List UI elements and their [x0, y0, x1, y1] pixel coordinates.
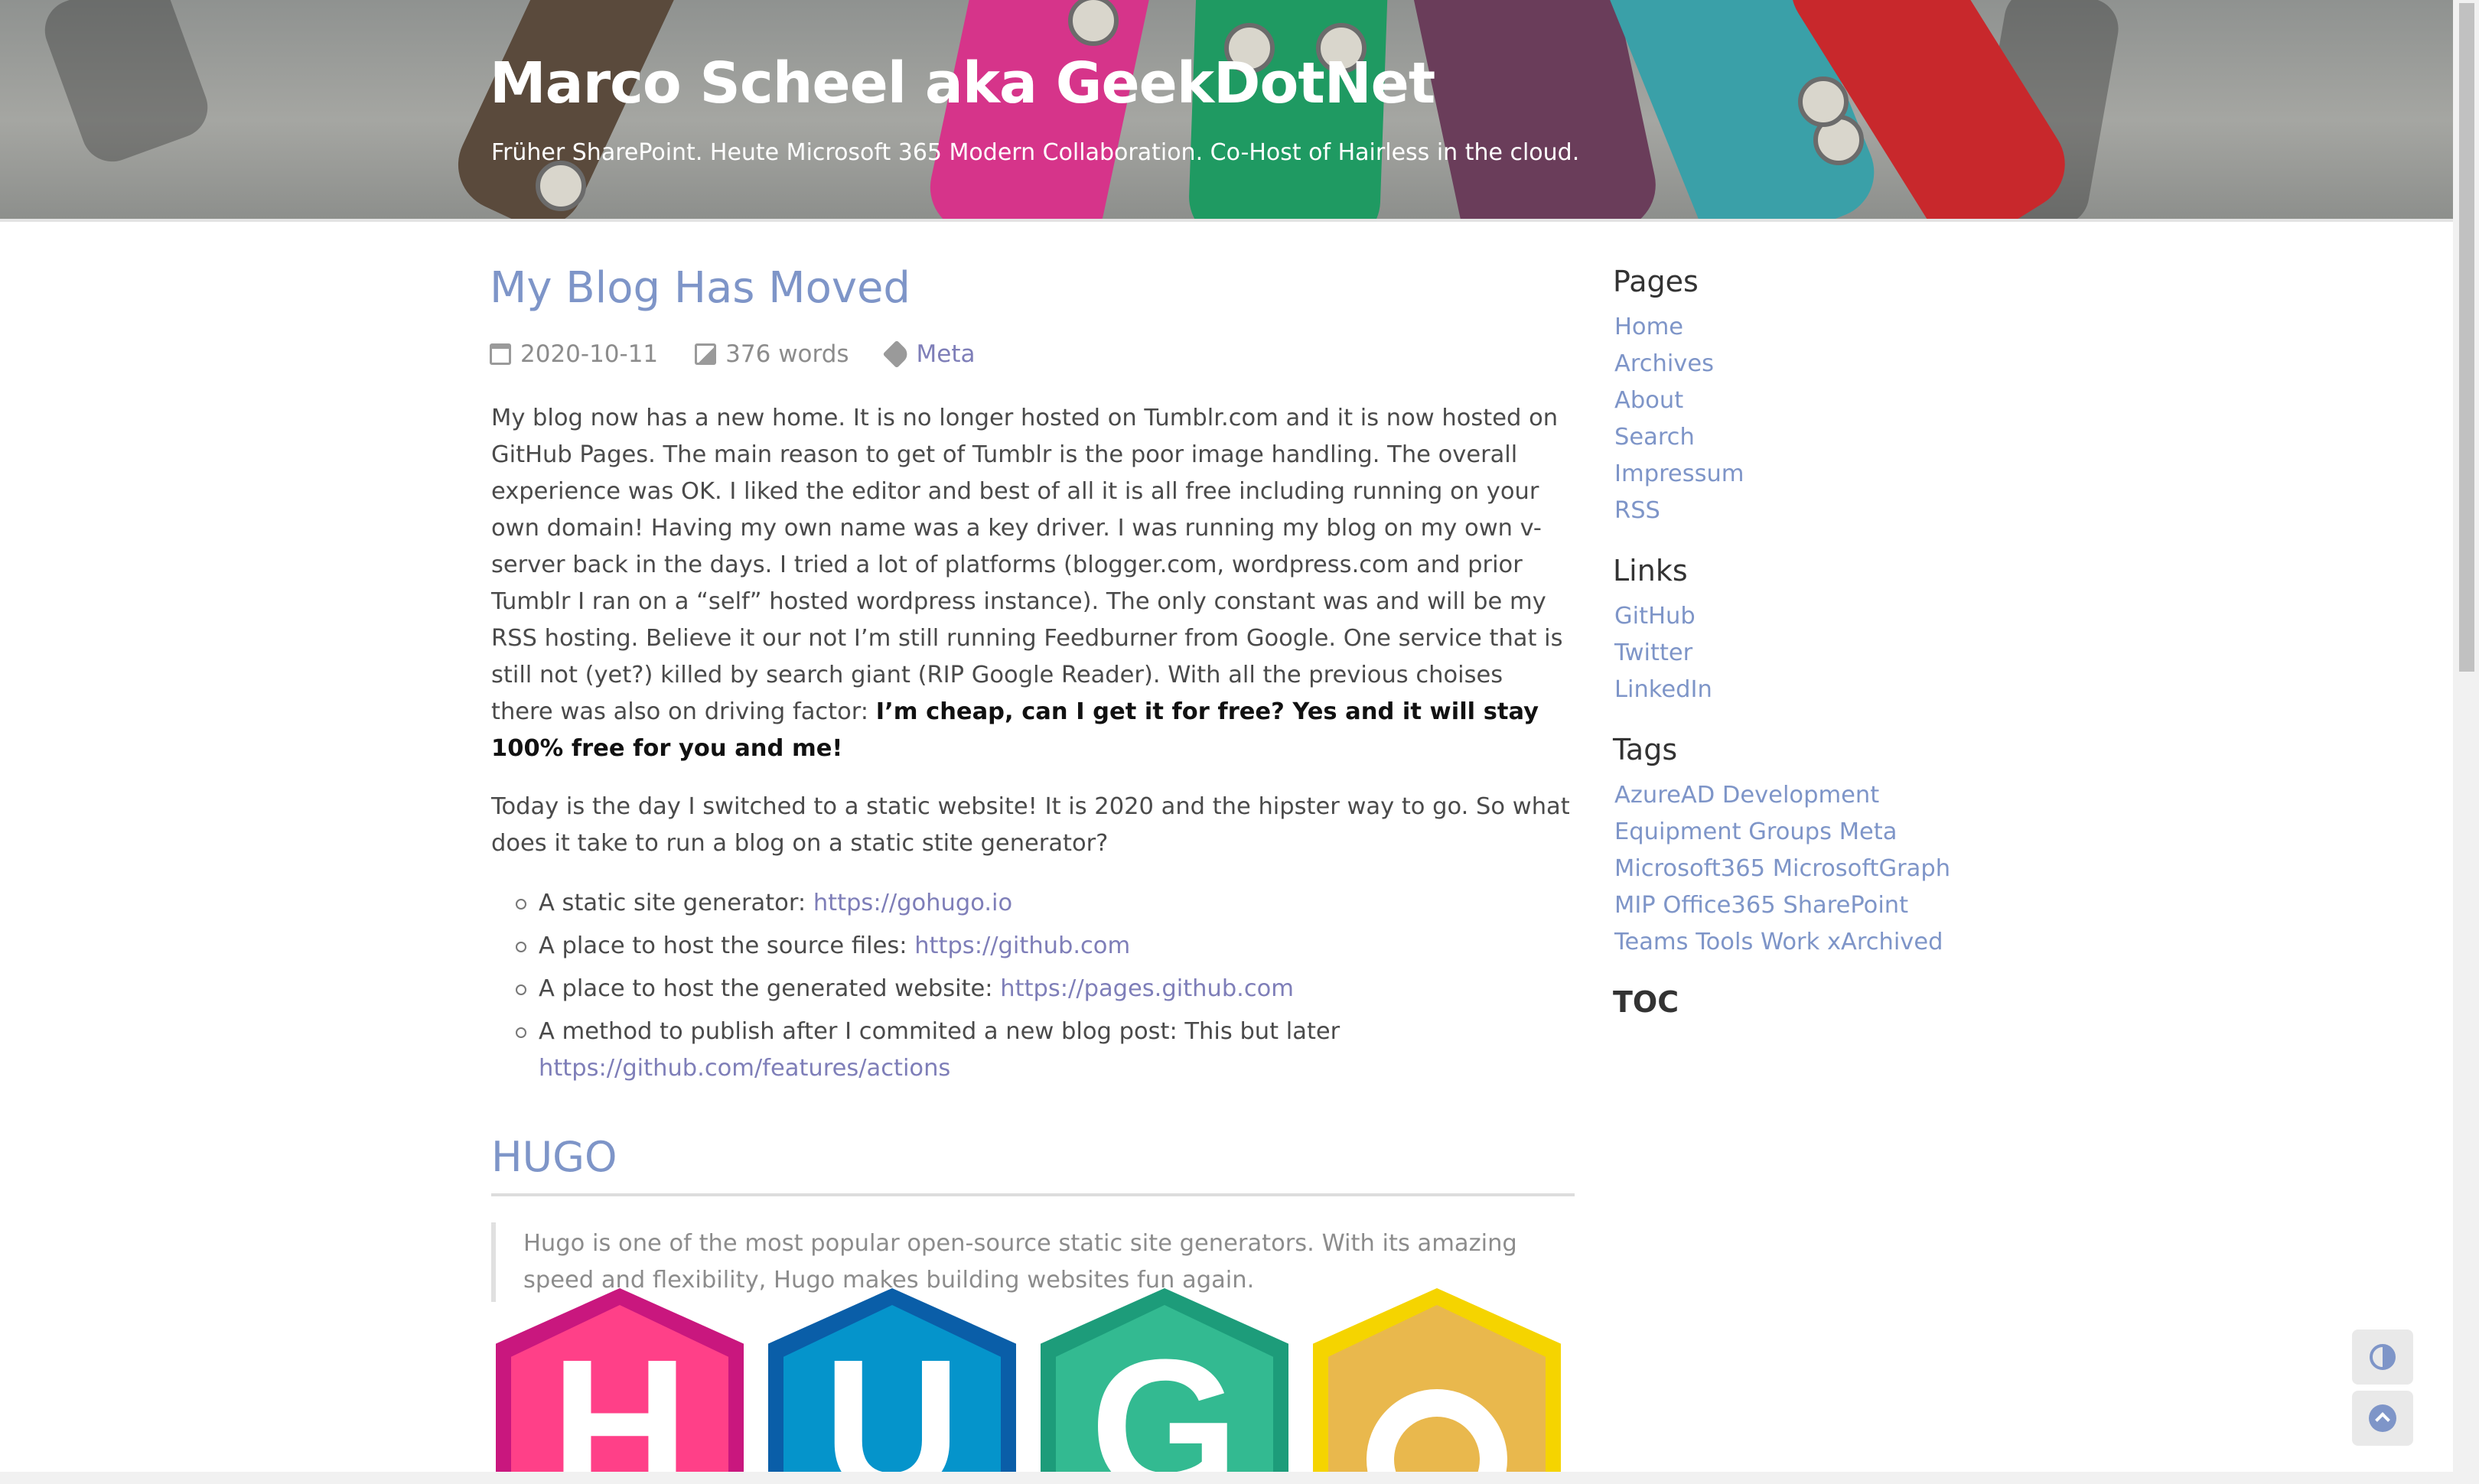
sidebar-item-home[interactable]: Home [1614, 314, 1683, 340]
sidebar-pages: Pages Home Archives About Search Impress… [1613, 265, 2041, 529]
wheel-image [1798, 76, 1849, 127]
gohugo-link[interactable]: https://gohugo.io [813, 890, 1012, 916]
sidebar-item-rss[interactable]: RSS [1614, 497, 1660, 524]
sidebar-heading-tags: Tags [1613, 733, 1678, 766]
vertical-scrollbar[interactable] [2453, 0, 2479, 1484]
list-item-text: A place to host the source files: [539, 932, 915, 959]
tag-line[interactable]: AzureAD Development [1614, 782, 1879, 809]
sidebar-item-impressum[interactable]: Impressum [1614, 460, 1744, 487]
theme-toggle-icon [2370, 1344, 2396, 1370]
pages-list: Home Archives About Search Impressum RSS [1614, 309, 2041, 529]
logo-hex-u: U [768, 1288, 1016, 1484]
tag-line[interactable]: MIP Office365 SharePoint [1614, 892, 1908, 919]
logo-hex-h: H [496, 1288, 744, 1484]
list-item: A place to host the source files: https:… [516, 928, 1564, 965]
back-to-top-button[interactable] [2352, 1391, 2413, 1446]
site-title[interactable]: Marco Scheel aka GeekDotNet [490, 50, 1435, 116]
post-date: 2020-10-11 [490, 340, 658, 368]
arrow-up-icon [2369, 1404, 2396, 1432]
sidebar-heading-pages: Pages [1613, 265, 1699, 298]
post-word-count: 376 words [695, 340, 849, 368]
post-category: Meta [882, 340, 976, 369]
tag-line[interactable]: Equipment Groups Meta [1614, 818, 1897, 845]
post-paragraph: Today is the day I switched to a static … [491, 793, 1570, 857]
sidebar-tags: Tags AzureAD Development Equipment Group… [1613, 733, 2041, 961]
tag-line[interactable]: Microsoft365 MicrosoftGraph [1614, 855, 1950, 882]
sidebar-item-linkedin[interactable]: LinkedIn [1614, 676, 1712, 703]
list-item-text: A static site generator: [539, 890, 813, 916]
tag-icon-shape [882, 340, 910, 369]
list-item-text: A place to host the generated website: [539, 975, 1001, 1002]
sidebar-heading-toc: TOC [1613, 985, 1679, 1019]
list-item-text: A method to publish after I commited a n… [539, 1018, 1340, 1045]
header-divider [0, 219, 2453, 222]
logo-letter: H [550, 1320, 689, 1484]
sidebar-item-search[interactable]: Search [1614, 424, 1695, 451]
tags-list: AzureAD Development Equipment Groups Met… [1614, 777, 2041, 961]
links-list: GitHub Twitter LinkedIn [1614, 598, 2041, 708]
sidebar-item-twitter[interactable]: Twitter [1614, 639, 1692, 666]
github-pages-link[interactable]: https://pages.github.com [1000, 975, 1294, 1002]
post-word-count-text: 376 words [725, 340, 849, 368]
sidebar-item-about[interactable]: About [1614, 387, 1683, 414]
site-header: Marco Scheel aka GeekDotNet Früher Share… [0, 0, 2453, 219]
tag-line[interactable]: Teams Tools Work xArchived [1614, 929, 1943, 955]
theme-toggle-button[interactable] [2352, 1329, 2413, 1385]
sidebar-toc: TOC [1613, 985, 2041, 1019]
post-article: My Blog Has Moved 2020-10-11 376 words M… [490, 263, 1576, 1302]
tag-icon [882, 340, 910, 369]
github-actions-link[interactable]: https://github.com/features/actions [539, 1055, 950, 1082]
list-item: A place to host the generated website: h… [516, 971, 1564, 1007]
site-subtitle: Früher SharePoint. Heute Microsoft 365 M… [491, 139, 1580, 166]
github-link[interactable]: https://github.com [914, 932, 1130, 959]
category-link[interactable]: Meta [917, 340, 976, 368]
logo-letter: U [823, 1320, 962, 1484]
section-heading-hugo[interactable]: HUGO [491, 1133, 1575, 1196]
post-date-text: 2020-10-11 [520, 340, 659, 368]
requirements-list: A static site generator: https://gohugo.… [490, 885, 1564, 1087]
sidebar-item-archives[interactable]: Archives [1614, 350, 1714, 377]
post-paragraph: My blog now has a new home. It is no lon… [491, 400, 1570, 767]
paragraph-text: My blog now has a new home. It is no lon… [491, 405, 1563, 725]
logo-hex-g: G [1041, 1288, 1288, 1484]
sidebar-heading-links: Links [1613, 554, 1688, 587]
wheel-image [536, 161, 586, 211]
image-icon [695, 343, 717, 365]
shadow-shape [36, 0, 217, 171]
list-item: A method to publish after I commited a n… [516, 1014, 1564, 1087]
list-item: A static site generator: https://gohugo.… [516, 885, 1564, 922]
logo-hex-o [1313, 1288, 1561, 1484]
hugo-logo-image: H U G [496, 1288, 1567, 1484]
sidebar-item-github[interactable]: GitHub [1614, 603, 1696, 630]
logo-letter: G [1090, 1320, 1240, 1484]
post-meta: 2020-10-11 376 words Meta [490, 340, 1576, 369]
sidebar: Pages Home Archives About Search Impress… [1613, 265, 2041, 1043]
calendar-icon [490, 343, 511, 365]
horizontal-scrollbar[interactable] [0, 1472, 2453, 1484]
sidebar-links: Links GitHub Twitter LinkedIn [1613, 554, 2041, 708]
post-title[interactable]: My Blog Has Moved [490, 263, 1576, 313]
scrollbar-thumb[interactable] [2459, 3, 2474, 672]
